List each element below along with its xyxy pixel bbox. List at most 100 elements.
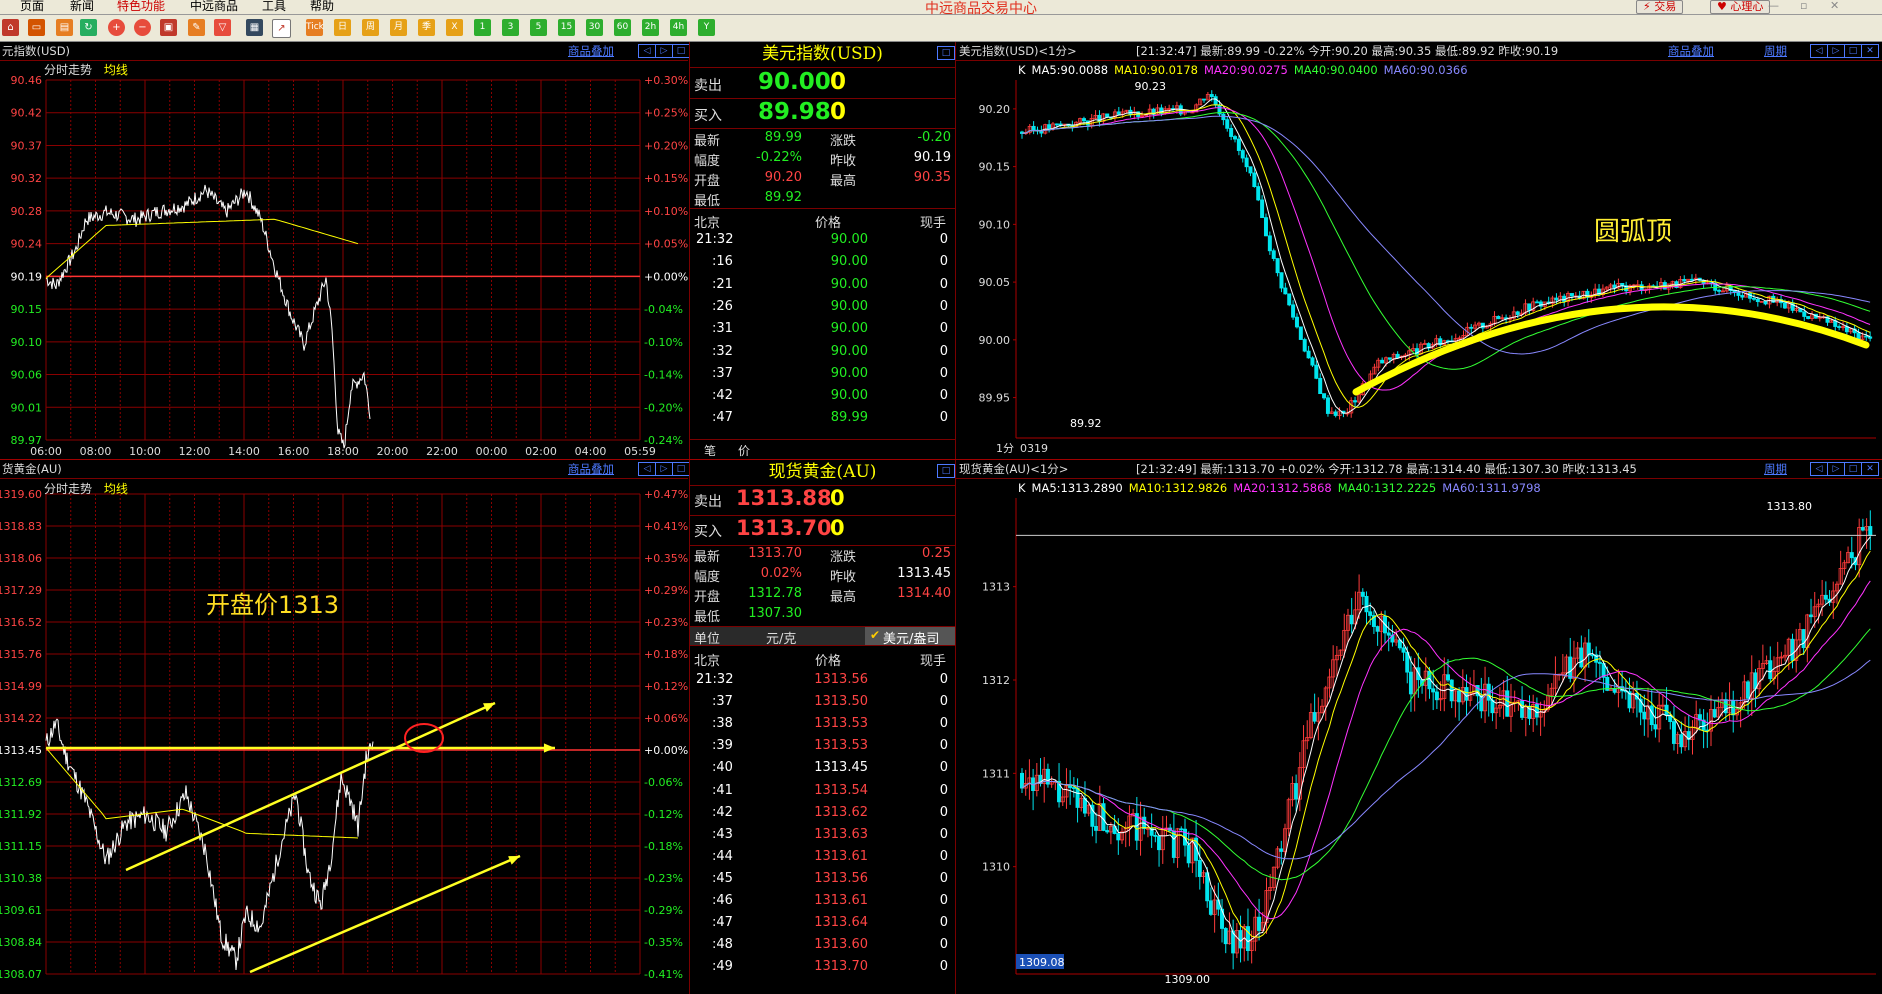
- period-button-9[interactable]: 15: [558, 19, 575, 36]
- prev-icon[interactable]: ◁: [638, 44, 656, 58]
- panel-toggle-icon[interactable]: □: [937, 46, 955, 60]
- cursor-price-label: 1309.08: [1019, 956, 1065, 969]
- menu-item-features[interactable]: 特色功能: [117, 0, 165, 13]
- refresh-icon[interactable]: ↻: [80, 19, 97, 36]
- zoom-in-icon[interactable]: +: [108, 19, 125, 36]
- tick-time: :21: [712, 276, 733, 292]
- unit-option-yuan-gram[interactable]: 元/克: [766, 628, 796, 647]
- period-button-5[interactable]: X: [446, 19, 463, 36]
- tick-price: 1313.50: [814, 694, 868, 710]
- period-button-4[interactable]: 季: [418, 19, 435, 36]
- tick-time: :40: [712, 760, 733, 776]
- candle-body: [1768, 660, 1773, 680]
- y-tick-label: 1311: [982, 767, 1010, 780]
- au-kline-chart[interactable]: 1313 1312 1311 1310 1313.80 1309.00 1309.08: [956, 478, 1882, 994]
- period-button-10[interactable]: 30: [586, 19, 603, 36]
- au-intraday-chart[interactable]: 1319.60 +0.47% 1318.83 +0.41% 1318.06 +0.35% 1…: [0, 478, 688, 994]
- unit-option-usd-oz[interactable]: ✔ 美元/盎司: [865, 627, 955, 647]
- draw-icon[interactable]: ✎: [188, 19, 205, 36]
- period-button-7[interactable]: 3: [502, 19, 519, 36]
- table-view-icon[interactable]: ▦: [246, 19, 263, 36]
- menu-item-tools[interactable]: 工具: [262, 0, 286, 13]
- time-tick-label: 14:00: [228, 445, 260, 458]
- period-button-3[interactable]: 月: [390, 19, 407, 36]
- maximize-icon[interactable]: □: [672, 462, 690, 476]
- candle-body: [1360, 591, 1365, 597]
- usd-kline-chart[interactable]: 90.20 90.15 90.10 90.05 90.00 89.95 90.23 89.92…: [956, 60, 1882, 460]
- usd-intraday-overlay-link[interactable]: 商品叠加: [568, 42, 614, 60]
- tick-volume: 0: [939, 937, 948, 953]
- prev-icon[interactable]: ◁: [1810, 44, 1828, 58]
- candle-body: [1717, 289, 1722, 292]
- period-button-12[interactable]: 2h: [642, 19, 659, 36]
- menu-item-cosco[interactable]: 中远商品: [190, 0, 238, 13]
- next-icon[interactable]: ▷: [655, 44, 673, 58]
- restore-icon[interactable]: ▫: [1800, 0, 1807, 12]
- high-price-label: 1313.80: [1767, 500, 1813, 513]
- candle-body: [1823, 594, 1828, 600]
- usd-kline-overlay-link[interactable]: 商品叠加: [1668, 42, 1714, 60]
- price-tick-label: 90.46: [11, 74, 43, 87]
- zoom-out-icon[interactable]: −: [134, 19, 151, 36]
- psych-center-label: 心理心: [1730, 0, 1764, 13]
- close-icon[interactable]: ✕: [1861, 44, 1879, 58]
- home-icon[interactable]: ⌂: [2, 19, 19, 36]
- period-button-11[interactable]: 60: [614, 19, 631, 36]
- time-tick-label: 05:59: [624, 445, 656, 458]
- prev-icon[interactable]: ◁: [1810, 462, 1828, 476]
- period-button-6[interactable]: 1: [474, 19, 491, 36]
- maximize-icon[interactable]: □: [1844, 44, 1862, 58]
- period-button-0[interactable]: Tick: [306, 19, 324, 36]
- minimize-icon[interactable]: —: [1768, 0, 1779, 12]
- candle-body: [1649, 705, 1654, 726]
- panel-toggle-icon[interactable]: □: [937, 464, 955, 478]
- candle-body: [1244, 157, 1249, 168]
- close-icon[interactable]: ✕: [1830, 0, 1839, 12]
- tab-prices[interactable]: 价: [738, 442, 750, 459]
- candle-body: [1527, 303, 1532, 311]
- usd-kline-period-link[interactable]: 周期: [1764, 42, 1787, 60]
- close-icon[interactable]: ✕: [1861, 462, 1879, 476]
- period-button-2[interactable]: 周: [362, 19, 379, 36]
- usd-intraday-chart[interactable]: 90.46 +0.30% 90.42 +0.25% 90.37 +0.20% 90.32 +0…: [0, 60, 689, 460]
- au-sell-label: 卖出: [694, 494, 722, 510]
- chart-view-icon[interactable]: ↗: [272, 19, 291, 38]
- tick-volume: 0: [939, 782, 948, 798]
- au-kline-period-link[interactable]: 周期: [1764, 460, 1787, 478]
- tick-volume: 0: [939, 959, 948, 975]
- next-icon[interactable]: ▷: [655, 462, 673, 476]
- tab-ticks[interactable]: 笔: [704, 442, 716, 459]
- prev-icon[interactable]: ◁: [638, 462, 656, 476]
- maximize-icon[interactable]: □: [672, 44, 690, 58]
- pct-tick-label: +0.30%: [644, 74, 688, 87]
- candle-body: [1202, 98, 1207, 101]
- price-tick-label: 1318.83: [0, 520, 42, 533]
- trade-button[interactable]: ⚡ 交易: [1636, 0, 1684, 14]
- indicator-icon[interactable]: ▽: [214, 19, 231, 36]
- next-icon[interactable]: ▷: [1827, 44, 1845, 58]
- candle-body: [1597, 661, 1602, 664]
- period-button-13[interactable]: 4h: [670, 19, 687, 36]
- au-tick-head-price: 价格: [815, 654, 842, 669]
- window-icon[interactable]: ▭: [28, 19, 45, 36]
- psych-center-button[interactable]: ♥ 心理心: [1710, 0, 1771, 14]
- pct-tick-label: -0.06%: [644, 776, 683, 789]
- pct-tick-label: +0.06%: [644, 712, 688, 725]
- au-stat-v1: 1307.30: [748, 606, 802, 621]
- ma-legend-item: K: [1018, 481, 1026, 495]
- maximize-icon[interactable]: □: [1844, 462, 1862, 476]
- period-button-8[interactable]: 5: [530, 19, 547, 36]
- next-icon[interactable]: ▷: [1827, 462, 1845, 476]
- candle-body: [1279, 848, 1284, 852]
- menu-item-help[interactable]: 帮助: [310, 0, 334, 13]
- news-icon[interactable]: ▤: [56, 19, 73, 36]
- layout-icon[interactable]: ▣: [160, 19, 177, 36]
- candle-body: [1081, 118, 1086, 122]
- tick-row: :37 1313.50 0: [690, 694, 955, 716]
- rounding-top-annotation: 圆弧顶: [1594, 217, 1672, 247]
- period-button-1[interactable]: 日: [334, 19, 351, 36]
- au-intraday-overlay-link[interactable]: 商品叠加: [568, 460, 614, 478]
- period-button-14[interactable]: Y: [698, 19, 715, 36]
- menu-item-news[interactable]: 新闻: [70, 0, 94, 13]
- menu-item-page[interactable]: 页面: [20, 0, 44, 13]
